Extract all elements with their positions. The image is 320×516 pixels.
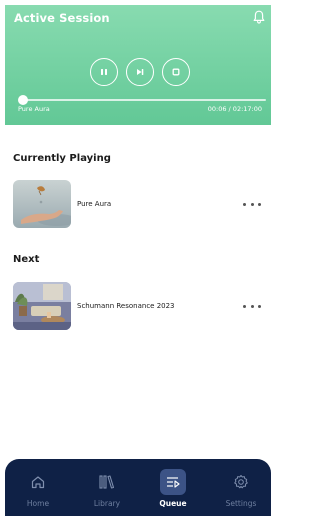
playback-controls xyxy=(90,58,190,86)
home-icon xyxy=(25,469,51,495)
bottom-navigation: Home Library Queue Settings xyxy=(5,459,271,516)
progress-handle[interactable] xyxy=(18,95,29,105)
nav-label-settings: Settings xyxy=(225,499,257,508)
stop-icon xyxy=(172,68,180,76)
nav-item-home[interactable]: Home xyxy=(8,465,68,511)
library-icon xyxy=(94,469,120,495)
next-track-row[interactable]: Schumann Resonance 2023 xyxy=(13,282,261,330)
current-track-row[interactable]: Pure Aura xyxy=(13,180,261,228)
nav-item-settings[interactable]: Settings xyxy=(211,465,271,511)
current-track-thumbnail xyxy=(13,180,71,228)
currently-playing-heading: Currently Playing xyxy=(13,153,111,164)
nav-item-library[interactable]: Library xyxy=(77,465,137,511)
next-track-thumbnail xyxy=(13,282,71,330)
bell-icon[interactable] xyxy=(253,10,265,24)
queue-icon xyxy=(160,469,186,495)
stop-button[interactable] xyxy=(162,58,190,86)
more-dot xyxy=(258,202,261,206)
settings-icon xyxy=(228,469,254,495)
pause-icon xyxy=(101,69,107,75)
more-dot xyxy=(250,304,254,308)
next-heading: Next xyxy=(13,254,40,265)
now-playing-track-name: Pure Aura xyxy=(18,105,50,113)
more-dot xyxy=(243,202,246,206)
pause-button[interactable] xyxy=(90,58,118,86)
skip-next-icon xyxy=(137,69,144,75)
more-dot xyxy=(243,304,246,308)
time-readout: 00:06 / 02:17:00 xyxy=(207,105,262,113)
nav-label-library: Library xyxy=(93,499,121,508)
current-track-more-button[interactable] xyxy=(243,199,261,209)
progress-bar[interactable] xyxy=(18,95,266,105)
next-button[interactable] xyxy=(126,58,154,86)
more-dot xyxy=(258,304,261,308)
more-dot xyxy=(250,202,254,206)
nav-item-queue[interactable]: Queue xyxy=(143,465,203,511)
next-track-title: Schumann Resonance 2023 xyxy=(77,302,175,310)
nav-label-queue: Queue xyxy=(159,499,187,508)
session-title: Active Session xyxy=(14,11,110,25)
nav-label-home: Home xyxy=(26,499,50,508)
current-track-title: Pure Aura xyxy=(77,200,112,208)
next-track-more-button[interactable] xyxy=(243,301,261,311)
active-session-header: Active Session Pure Aura 00:06 / 02:17:0… xyxy=(5,5,271,125)
